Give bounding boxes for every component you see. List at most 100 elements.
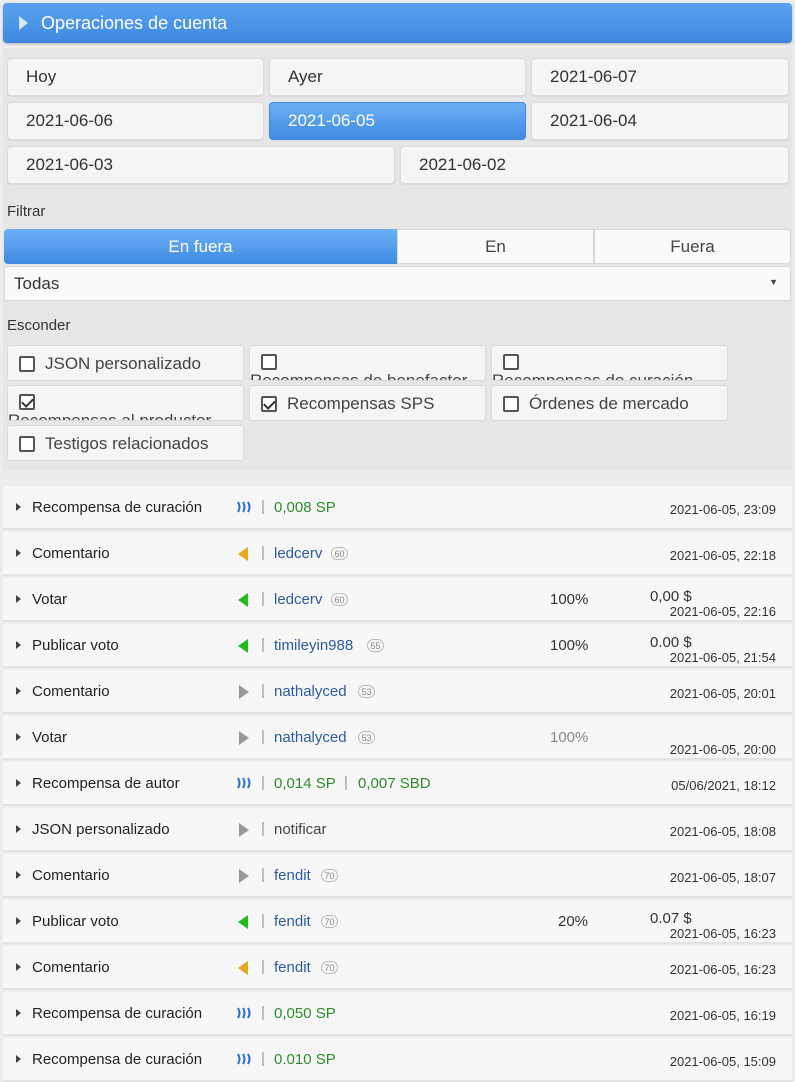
separator: | (261, 774, 265, 791)
vote-percent: 20% (558, 913, 589, 930)
expand-arrow-icon[interactable] (16, 963, 21, 971)
checkbox-recompensas-benefactor[interactable]: Recompensas de benefactor (249, 345, 486, 381)
expand-arrow-icon[interactable] (16, 779, 21, 787)
operation-type: Recompensa de autor (32, 775, 180, 792)
timestamp: 05/06/2021, 18:12 (671, 778, 776, 793)
operation-row[interactable]: Comentario | ledcerv 60 2021-06-05, 22:1… (3, 532, 792, 576)
checkbox-recompensas-curacion[interactable]: Recompensas de curación (491, 345, 728, 381)
checkbox-box[interactable] (19, 356, 35, 372)
reputation-badge: 70 (321, 961, 338, 974)
checkbox-testigos-relacionados[interactable]: Testigos relacionados (7, 425, 244, 461)
type-select[interactable]: Todas ▼ (4, 266, 791, 301)
gray-right-triangle-icon (236, 684, 250, 700)
operation-type: Votar (32, 729, 68, 746)
operation-row[interactable]: Recompensa de autor | 0,014 SP | 0,007 S… (3, 762, 792, 806)
checkbox-box[interactable] (503, 396, 519, 412)
checkbox-label: Recompensas SPS (287, 394, 435, 413)
separator: | (261, 866, 265, 883)
expand-arrow-icon[interactable] (16, 825, 21, 833)
operation-row[interactable]: Publicar voto | timileyin988 55 100% 0.0… (3, 624, 792, 668)
checkbox-recompensas-sps[interactable]: Recompensas SPS (249, 385, 486, 421)
checkbox-label: Órdenes de mercado (529, 394, 689, 413)
separator: | (261, 682, 265, 699)
expand-arrow-icon[interactable] (16, 549, 21, 557)
date-button-2021-06-07[interactable]: 2021-06-07 (531, 58, 789, 96)
checkbox-box[interactable] (19, 436, 35, 452)
user-link[interactable]: timileyin988 (274, 637, 353, 654)
user-link[interactable]: nathalyced (274, 729, 347, 746)
operation-type: JSON personalizado (32, 821, 170, 838)
user-link[interactable]: ledcerv (274, 591, 322, 608)
expand-arrow-icon[interactable] (16, 641, 21, 649)
separator: | (261, 912, 265, 929)
checkbox-recompensas-productor[interactable]: Recompensas al productor (7, 385, 244, 421)
checkbox-box[interactable] (19, 394, 35, 410)
amount: 0.010 SP (274, 1051, 336, 1068)
date-button-ayer[interactable]: Ayer (269, 58, 526, 96)
operation-row[interactable]: Comentario | nathalyced 53 2021-06-05, 2… (3, 670, 792, 714)
operation-type: Votar (32, 591, 68, 608)
checkbox-json-personalizado[interactable]: JSON personalizado (7, 345, 244, 381)
steem-icon (236, 1052, 251, 1068)
checkbox-label: Recompensas de benefactor (250, 371, 468, 381)
date-button-2021-06-02[interactable]: 2021-06-02 (400, 146, 789, 184)
steem-icon (236, 776, 251, 792)
segment-fuera[interactable]: Fuera (594, 229, 791, 264)
checkbox-box[interactable] (261, 354, 277, 370)
user-link[interactable]: fendit (274, 959, 311, 976)
expand-arrow-icon[interactable] (16, 733, 21, 741)
operation-row[interactable]: Votar | ledcerv 60 100% 0,00 $ 2021-06-0… (3, 578, 792, 622)
checkbox-box[interactable] (503, 354, 519, 370)
expand-arrow-icon[interactable] (16, 503, 21, 511)
timestamp: 2021-06-05, 18:08 (669, 824, 776, 839)
user-link[interactable]: ledcerv (274, 545, 322, 562)
operation-row[interactable]: JSON personalizado | notificar 2021-06-0… (3, 808, 792, 852)
separator: | (344, 774, 348, 791)
expand-arrow-icon[interactable] (16, 871, 21, 879)
separator: | (261, 498, 265, 515)
operation-row[interactable]: Comentario | fendit 70 2021-06-05, 18:07 (3, 854, 792, 898)
expand-arrow-icon[interactable] (16, 595, 21, 603)
date-button-2021-06-05[interactable]: 2021-06-05 (269, 102, 526, 140)
operation-type: Publicar voto (32, 637, 119, 654)
expand-arrow-icon[interactable] (16, 1055, 21, 1063)
checkbox-ordenes-mercado[interactable]: Órdenes de mercado (491, 385, 728, 421)
vote-value: 0,00 $ (650, 588, 692, 605)
section-header[interactable]: Operaciones de cuenta (3, 3, 792, 43)
segment-en-fuera[interactable]: En fuera (4, 229, 397, 264)
operation-row[interactable]: Publicar voto | fendit 70 20% 0.07 $ 202… (3, 900, 792, 944)
expand-arrow-icon[interactable] (16, 917, 21, 925)
operation-row[interactable]: Votar | nathalyced 53 100% 2021-06-05, 2… (3, 716, 792, 760)
date-button-hoy[interactable]: Hoy (7, 58, 264, 96)
expand-arrow-icon[interactable] (16, 687, 21, 695)
timestamp: 2021-06-05, 16:23 (669, 926, 776, 941)
expand-arrow-icon[interactable] (16, 1009, 21, 1017)
operation-row[interactable]: Recompensa de curación | 0.010 SP 2021-0… (3, 1038, 792, 1082)
gray-right-triangle-icon (236, 730, 250, 746)
steem-icon (236, 1006, 251, 1022)
user-link[interactable]: fendit (274, 913, 311, 930)
checkbox-box[interactable] (261, 396, 277, 412)
reputation-badge: 53 (358, 685, 375, 698)
operation-type: Recompensa de curación (32, 499, 203, 516)
date-button-2021-06-03[interactable]: 2021-06-03 (7, 146, 395, 184)
separator: | (261, 728, 265, 745)
operation-type: Comentario (32, 959, 110, 976)
timestamp: 2021-06-05, 22:16 (669, 604, 776, 619)
hide-label: Esconder (7, 317, 71, 334)
operation-row[interactable]: Recompensa de curación | 0,050 SP 2021-0… (3, 992, 792, 1036)
operation-row[interactable]: Recompensa de curación | 0,008 SP 2021-0… (3, 486, 792, 530)
segment-en[interactable]: En (397, 229, 594, 264)
amount: 0,050 SP (274, 1005, 336, 1022)
timestamp: 2021-06-05, 23:09 (669, 502, 776, 517)
user-link[interactable]: nathalyced (274, 683, 347, 700)
orange-left-triangle-icon (236, 546, 250, 562)
filter-label: Filtrar (7, 203, 46, 220)
date-button-2021-06-06[interactable]: 2021-06-06 (7, 102, 264, 140)
date-button-2021-06-04[interactable]: 2021-06-04 (531, 102, 789, 140)
user-link[interactable]: fendit (274, 867, 311, 884)
vote-value: 0.07 $ (650, 910, 692, 927)
reputation-badge: 60 (331, 593, 348, 606)
operation-row[interactable]: Comentario | fendit 70 2021-06-05, 16:23 (3, 946, 792, 990)
timestamp: 2021-06-05, 16:23 (669, 962, 776, 977)
